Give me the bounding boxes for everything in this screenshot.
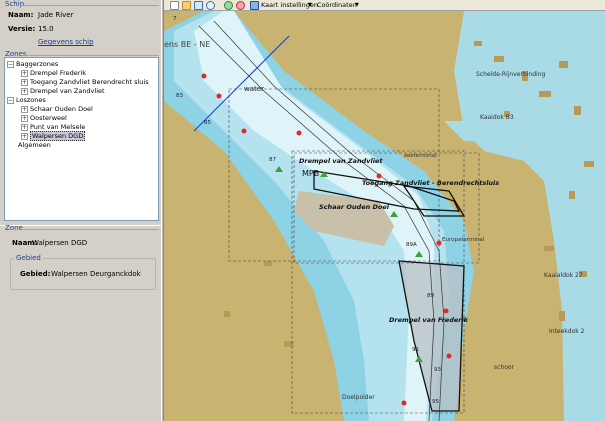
- zoom-box-icon[interactable]: [194, 1, 203, 10]
- tree-node-oosterweel[interactable]: + Oosterweel: [21, 114, 67, 123]
- buoy-number: 95: [432, 399, 439, 405]
- buoy-number: 85: [204, 120, 211, 126]
- pointer-icon[interactable]: [170, 1, 179, 10]
- expand-icon[interactable]: +: [21, 78, 28, 86]
- nautical-chart[interactable]: ens BE - NE Schelde-Rijnverbinding water…: [164, 11, 605, 421]
- buoy-number: 7: [173, 16, 177, 22]
- label-zandvliet: Drempel van Zandvliet: [299, 157, 383, 165]
- tree-node-algemeen[interactable]: Algemeen: [18, 141, 51, 150]
- buoy-number: 89: [427, 293, 434, 299]
- expand-icon[interactable]: +: [21, 87, 28, 95]
- label-mpb: MPB: [302, 169, 319, 178]
- tree-node-drempel-zandvliet[interactable]: + Drempel van Zandvliet: [21, 87, 105, 96]
- map-toolbar: Kaart instellingen ▼ Coördinaten ▼: [164, 0, 605, 11]
- label-kaaidok: Kaaidok B3: [480, 114, 514, 121]
- chevron-down-icon[interactable]: ▼: [355, 1, 359, 10]
- tree-node-schaar-ouden-doel[interactable]: + Schaar Ouden Doel: [21, 105, 93, 114]
- schip-naam-value: Jade River: [38, 11, 74, 19]
- label-schoor: schoor: [494, 364, 515, 371]
- gegevens-schip-link[interactable]: Gegevens schip: [38, 38, 94, 46]
- tree-node-drempel-frederik[interactable]: + Drempel Frederik: [21, 69, 86, 78]
- coordinaten-menu[interactable]: Coördinaten: [317, 1, 357, 10]
- collapse-icon[interactable]: −: [7, 60, 14, 68]
- magnifier-icon[interactable]: [206, 1, 215, 10]
- panel-splitter[interactable]: [0, 225, 161, 226]
- left-panel: Schip Naam: Jade River Versie: 15.0 Gege…: [0, 0, 163, 421]
- gebied-label: Gebied:: [20, 270, 51, 278]
- expand-icon[interactable]: +: [21, 132, 28, 140]
- expand-icon[interactable]: +: [21, 69, 28, 77]
- schip-group-title: Schip: [5, 0, 25, 8]
- schip-versie-label: Versie:: [8, 25, 36, 33]
- zone-divider: [22, 229, 159, 230]
- label-region: ens BE - NE: [164, 40, 210, 49]
- collapse-icon[interactable]: −: [7, 96, 14, 104]
- expand-icon[interactable]: +: [21, 123, 28, 131]
- buoy-number: 83: [176, 93, 183, 99]
- zoom-in-icon[interactable]: [224, 1, 233, 10]
- label-water: water: [244, 85, 264, 93]
- tree-node-baggerzones[interactable]: − Baggerzones: [7, 60, 58, 69]
- label-toegang: Toegang Zandvliet - Berendrechtsluis: [362, 179, 499, 187]
- tree-node-loszones[interactable]: − Loszones: [7, 96, 46, 105]
- label-schaar: Schaar Ouden Doel: [319, 203, 390, 211]
- label-europaterminal: Europaterminal: [442, 237, 485, 243]
- label-kaaialdok: Kaaialdok 27: [544, 272, 583, 279]
- label-scheldt: Schelde-Rijnverbinding: [476, 71, 546, 78]
- label-inteekdok: Inteekdok 2: [549, 328, 585, 335]
- buoy-number: 89A: [406, 242, 417, 248]
- chevron-down-icon[interactable]: ▼: [308, 1, 312, 10]
- schip-versie-value: 15.0: [38, 25, 54, 33]
- hand-pan-icon[interactable]: [182, 1, 191, 10]
- label-frederik: Drempel van Frederik: [389, 316, 469, 324]
- buoy-number: 91: [412, 347, 419, 353]
- tree-node-toegang-zandvliet[interactable]: + Toegang Zandvliet Berendrecht sluis: [21, 78, 149, 87]
- gebied-value: Walpersen Deurganckdok: [51, 270, 141, 278]
- buoy-number: 93: [434, 367, 441, 373]
- expand-icon[interactable]: +: [21, 105, 28, 113]
- zones-divider: [24, 55, 159, 56]
- schip-naam-label: Naam:: [8, 11, 34, 19]
- expand-icon[interactable]: +: [21, 114, 28, 122]
- buoy-number: 87: [269, 157, 276, 163]
- gebied-group-title: Gebied: [14, 254, 43, 262]
- zone-naam-value: Walpersen DGD: [32, 239, 88, 247]
- schip-divider: [20, 5, 159, 6]
- zones-tree[interactable]: − Baggerzones + Drempel Frederik + Toegang …: [4, 57, 159, 221]
- label-zeeterminal: zeeterminal: [404, 153, 437, 159]
- map-settings-icon[interactable]: [250, 1, 259, 10]
- zoom-out-icon[interactable]: [236, 1, 245, 10]
- zone-group-title: Zone: [5, 224, 23, 232]
- label-doelpolder: Doelpolder: [342, 394, 375, 401]
- tree-node-walpersen-dgd[interactable]: + Walpersen DGD: [21, 131, 86, 141]
